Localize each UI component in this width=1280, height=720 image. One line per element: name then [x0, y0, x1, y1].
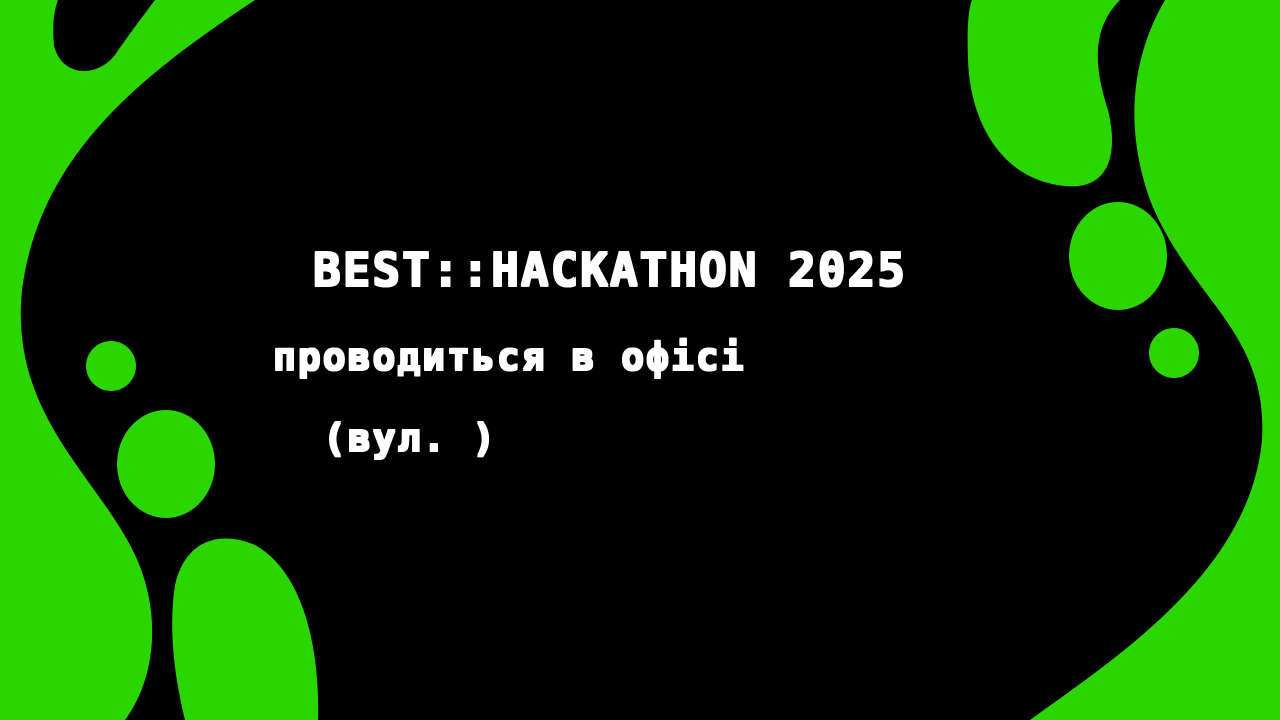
slide: BEST::HACKATHON 2025 проводиться в офісі… — [0, 0, 1280, 720]
venue-line: проводиться в офісі — [272, 334, 745, 378]
bottom-left-blob — [172, 538, 319, 720]
left-blob-small — [86, 341, 136, 391]
address-line: (вул. ) — [322, 415, 497, 459]
event-title: BEST::HACKATHON 2025 — [312, 242, 906, 296]
top-right-blob — [967, 0, 1120, 187]
right-blob-small — [1149, 328, 1199, 378]
left-blob-medium — [117, 410, 215, 518]
